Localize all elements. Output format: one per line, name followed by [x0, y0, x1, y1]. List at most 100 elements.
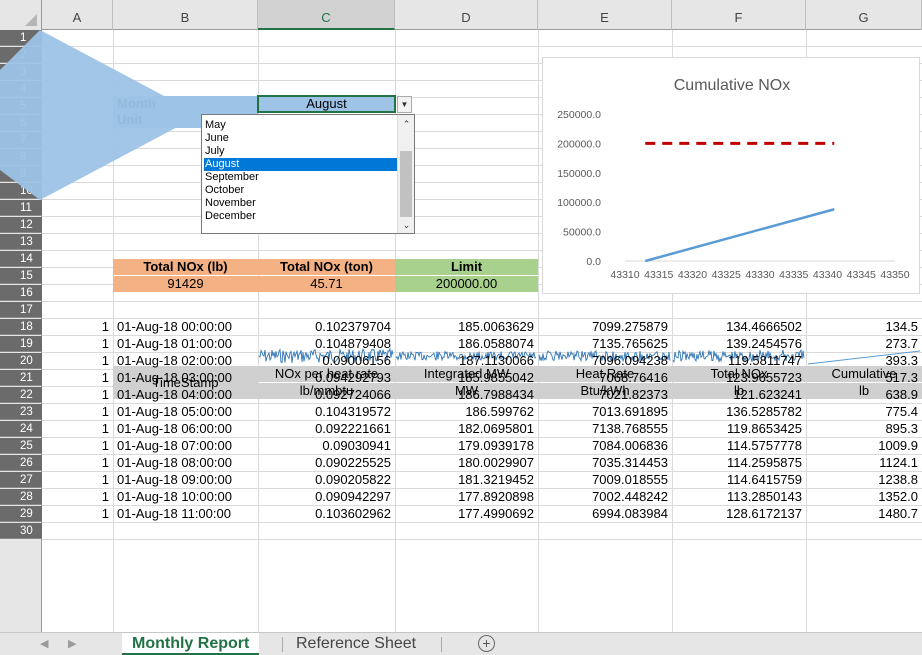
table-cell[interactable]: 1: [42, 353, 113, 369]
table-cell[interactable]: 0.104319572: [258, 404, 395, 420]
spreadsheet[interactable]: A B C D E F G 12345678910111213141516171…: [0, 0, 922, 655]
table-cell[interactable]: 6994.083984: [538, 506, 672, 522]
table-cell[interactable]: 121.623241: [672, 387, 806, 403]
row-header[interactable]: 15: [0, 268, 42, 284]
table-cell[interactable]: 114.5757778: [672, 438, 806, 454]
row-header[interactable]: 27: [0, 472, 42, 488]
table-cell[interactable]: 01-Aug-18 11:00:00: [113, 506, 258, 522]
table-cell[interactable]: 517.3: [806, 370, 922, 386]
row-header[interactable]: 30: [0, 523, 42, 539]
table-cell[interactable]: 1: [42, 319, 113, 335]
row-header[interactable]: 18: [0, 319, 42, 335]
option-august[interactable]: August: [204, 158, 398, 171]
row-header[interactable]: 28: [0, 489, 42, 505]
table-cell[interactable]: 1238.8: [806, 472, 922, 488]
table-cell[interactable]: 0.092221661: [258, 421, 395, 437]
table-cell[interactable]: 1: [42, 438, 113, 454]
row-header[interactable]: 24: [0, 421, 42, 437]
column-header-f[interactable]: F: [672, 0, 806, 30]
table-cell[interactable]: 7009.018555: [538, 472, 672, 488]
table-cell[interactable]: 180.0029907: [395, 455, 538, 471]
table-cell[interactable]: 179.0939178: [395, 438, 538, 454]
table-cell[interactable]: 01-Aug-18 06:00:00: [113, 421, 258, 437]
table-cell[interactable]: 186.7988434: [395, 387, 538, 403]
table-cell[interactable]: 638.9: [806, 387, 922, 403]
tab-scroll-right-icon[interactable]: ▶: [68, 637, 76, 650]
row-header[interactable]: 25: [0, 438, 42, 454]
table-cell[interactable]: 134.4666502: [672, 319, 806, 335]
row-header[interactable]: 17: [0, 302, 42, 318]
table-cell[interactable]: 182.0695801: [395, 421, 538, 437]
table-cell[interactable]: 01-Aug-18 09:00:00: [113, 472, 258, 488]
column-header-e[interactable]: E: [538, 0, 672, 30]
table-cell[interactable]: 273.7: [806, 336, 922, 352]
month-select-cell[interactable]: August: [257, 95, 396, 113]
row-header[interactable]: 14: [0, 251, 42, 267]
table-cell[interactable]: 177.4990692: [395, 506, 538, 522]
table-cell[interactable]: 1: [42, 370, 113, 386]
table-cell[interactable]: 186.0588074: [395, 336, 538, 352]
option-november[interactable]: November: [204, 197, 398, 210]
table-cell[interactable]: 0.103602962: [258, 506, 395, 522]
table-cell[interactable]: 1: [42, 455, 113, 471]
row-header[interactable]: 23: [0, 404, 42, 420]
table-cell[interactable]: 177.8920898: [395, 489, 538, 505]
row-header[interactable]: 19: [0, 336, 42, 352]
row-header[interactable]: 22: [0, 387, 42, 403]
table-cell[interactable]: 1124.1: [806, 455, 922, 471]
column-header-g[interactable]: G: [806, 0, 922, 30]
option-september[interactable]: September: [204, 171, 398, 184]
table-cell[interactable]: 1: [42, 506, 113, 522]
row-header[interactable]: 16: [0, 285, 42, 301]
table-cell[interactable]: 01-Aug-18 04:00:00: [113, 387, 258, 403]
table-cell[interactable]: 0.102379704: [258, 319, 395, 335]
table-cell[interactable]: 01-Aug-18 08:00:00: [113, 455, 258, 471]
add-sheet-icon[interactable]: +: [478, 635, 495, 652]
table-cell[interactable]: 7035.314453: [538, 455, 672, 471]
table-cell[interactable]: 7096.094238: [538, 353, 672, 369]
table-cell[interactable]: 134.5: [806, 319, 922, 335]
row-header[interactable]: 21: [0, 370, 42, 386]
column-header-c[interactable]: C: [258, 0, 395, 30]
table-cell[interactable]: 1: [42, 489, 113, 505]
row-header[interactable]: 29: [0, 506, 42, 522]
table-cell[interactable]: 0.092724066: [258, 387, 395, 403]
table-cell[interactable]: 119.5811747: [672, 353, 806, 369]
table-cell[interactable]: 1: [42, 421, 113, 437]
option-july[interactable]: July: [204, 145, 398, 158]
table-cell[interactable]: 1009.9: [806, 438, 922, 454]
table-cell[interactable]: 0.094292793: [258, 370, 395, 386]
chevron-down-icon[interactable]: ▼: [397, 96, 412, 113]
table-cell[interactable]: 0.104879408: [258, 336, 395, 352]
table-cell[interactable]: 139.2454576: [672, 336, 806, 352]
option-december[interactable]: December: [204, 210, 398, 223]
chevron-down-icon[interactable]: ⌄: [398, 218, 415, 232]
tab-monthly-report[interactable]: Monthly Report: [122, 633, 260, 655]
table-cell[interactable]: 895.3: [806, 421, 922, 437]
cumulative-nox-chart[interactable]: Cumulative NOx 0.0 50000.0 100000.0 150000.…: [542, 57, 920, 294]
table-cell[interactable]: 0.090225525: [258, 455, 395, 471]
table-cell[interactable]: 01-Aug-18 10:00:00: [113, 489, 258, 505]
tab-reference-sheet[interactable]: Reference Sheet: [286, 633, 426, 655]
option-may[interactable]: May: [204, 119, 398, 132]
table-cell[interactable]: 01-Aug-18 05:00:00: [113, 404, 258, 420]
table-cell[interactable]: 114.2595875: [672, 455, 806, 471]
column-header-d[interactable]: D: [395, 0, 538, 30]
table-cell[interactable]: 119.8653425: [672, 421, 806, 437]
table-cell[interactable]: 187.1130066: [395, 353, 538, 369]
table-cell[interactable]: 0.090942297: [258, 489, 395, 505]
table-cell[interactable]: 775.4: [806, 404, 922, 420]
table-cell[interactable]: 114.6415759: [672, 472, 806, 488]
table-cell[interactable]: 136.5285782: [672, 404, 806, 420]
table-cell[interactable]: 1: [42, 472, 113, 488]
table-cell[interactable]: 0.090205822: [258, 472, 395, 488]
table-cell[interactable]: 128.6172137: [672, 506, 806, 522]
scrollbar-thumb[interactable]: [400, 151, 412, 217]
table-cell[interactable]: 185.0063629: [395, 319, 538, 335]
table-cell[interactable]: 7068.76416: [538, 370, 672, 386]
table-cell[interactable]: 1: [42, 387, 113, 403]
table-cell[interactable]: 1352.0: [806, 489, 922, 505]
chevron-up-icon[interactable]: ⌃: [398, 117, 415, 131]
table-cell[interactable]: 7135.765625: [538, 336, 672, 352]
table-cell[interactable]: 113.2850143: [672, 489, 806, 505]
